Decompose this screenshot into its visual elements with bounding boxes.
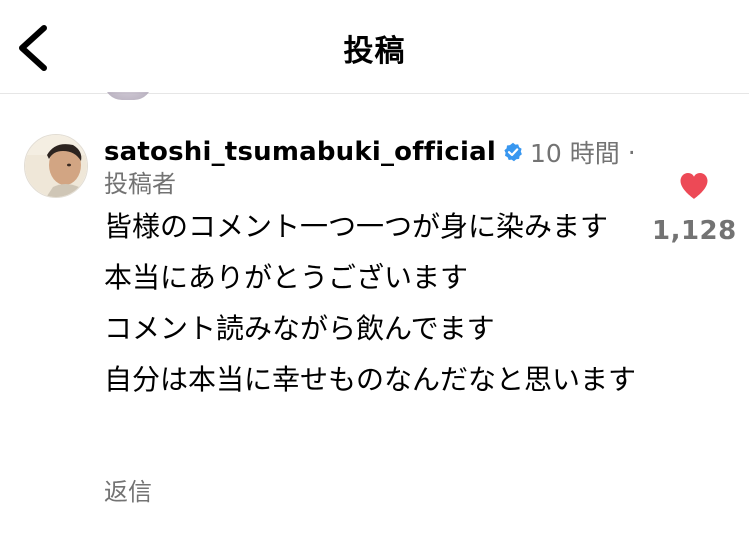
meta-separator: · — [627, 137, 636, 167]
comment-line: 本当にありがとうございます — [104, 261, 469, 294]
heart-icon[interactable] — [678, 170, 710, 202]
verified-badge-icon — [504, 142, 522, 162]
avatar[interactable] — [24, 134, 88, 198]
comment-line: 自分は本当に幸せものなんだなと思います — [104, 363, 637, 396]
comment-line: 皆様のコメント一つ一つが身に染みます — [104, 210, 609, 243]
page-title: 投稿 — [343, 34, 406, 69]
comment: satoshi_tsumabuki_official 10 時間 · 投稿者 皆… — [104, 134, 644, 412]
comment-line: コメント読みながら飲んでます — [104, 312, 495, 345]
like-count: 1,128 — [652, 216, 737, 246]
like-area: 1,128 — [652, 170, 736, 246]
comment-text: 皆様のコメント一つ一つが身に染みます 本当にありがとうございます コメント読みな… — [104, 208, 644, 398]
comment-timestamp: 10 時間 — [529, 139, 620, 168]
reply-button[interactable]: 返信 — [104, 472, 152, 507]
comment-meta: satoshi_tsumabuki_official 10 時間 · — [104, 134, 644, 170]
username-link[interactable]: satoshi_tsumabuki_official — [104, 137, 496, 167]
top-bar: 投稿 — [0, 0, 749, 100]
author-label: 投稿者 — [104, 170, 176, 198]
